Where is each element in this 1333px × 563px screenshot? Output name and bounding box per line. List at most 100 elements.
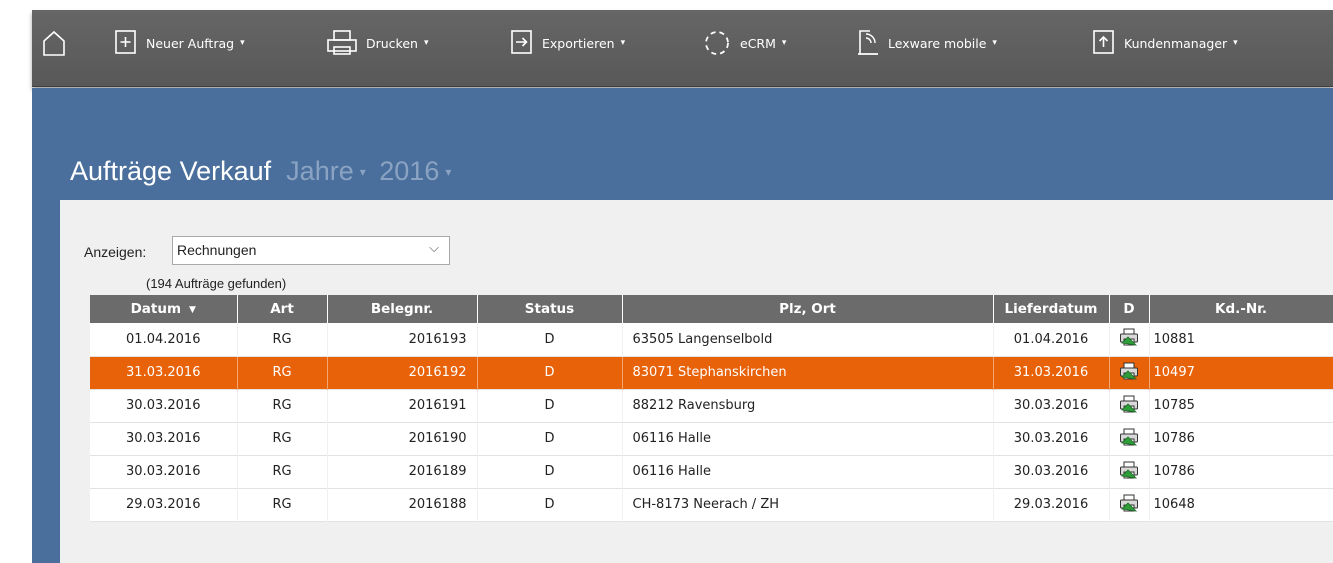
sort-desc-icon: ▼: [189, 305, 196, 315]
cell-datum: 30.03.2016: [90, 455, 238, 488]
cell-art: RG: [237, 455, 328, 488]
year-dropdown[interactable]: 2016 ▾: [379, 156, 457, 186]
printer-icon: [327, 30, 357, 55]
print-status-icon: [1119, 395, 1139, 417]
cell-plz-ort: CH-8173 Neerach / ZH: [622, 488, 994, 521]
cell-belegnr: 2016191: [327, 389, 478, 422]
filter-select[interactable]: Rechnungen ⌵: [172, 236, 450, 265]
table-row[interactable]: 30.03.2016 RG 2016191 D 88212 Ravensburg 30.0…: [90, 389, 1333, 422]
cell-d: [1109, 488, 1150, 521]
cell-lieferdatum: 31.03.2016: [993, 356, 1110, 389]
cell-art: RG: [237, 389, 328, 422]
chevron-down-icon: ▾: [445, 165, 452, 179]
cell-lieferdatum: 30.03.2016: [993, 422, 1110, 455]
new-document-icon: [115, 30, 136, 54]
lexware-mobile-label: Lexware mobile: [888, 35, 987, 51]
table-row[interactable]: 31.03.2016 RG 2016192 D 83071 Stephanskirche…: [90, 356, 1333, 389]
chevron-down-icon: ▾: [423, 38, 429, 48]
page-title: Aufträge Verkauf Jahre ▾ 2016 ▾: [70, 156, 457, 187]
cell-plz-ort: 63505 Langenselbold: [622, 323, 994, 356]
toolbar: Neuer Auftrag ▾ Drucken ▾ Exportieren ▾: [32, 10, 1333, 87]
new-order-label: Neuer Auftrag: [146, 35, 235, 51]
cell-belegnr: 2016190: [327, 422, 478, 455]
column-header-datum[interactable]: Datum ▼: [90, 295, 238, 323]
cell-datum: 30.03.2016: [90, 389, 238, 422]
mobile-icon: [858, 30, 878, 55]
cell-status: D: [477, 455, 623, 488]
cell-art: RG: [237, 488, 328, 521]
cell-art: RG: [237, 323, 328, 356]
cell-art: RG: [237, 356, 328, 389]
column-header-plz-ort[interactable]: Plz, Ort: [622, 295, 994, 323]
chevron-down-icon: ▾: [781, 38, 787, 48]
cell-d: [1109, 323, 1150, 356]
export-button[interactable]: Exportieren ▾: [510, 10, 625, 76]
home-icon: [43, 30, 65, 56]
cell-d: [1109, 389, 1150, 422]
cell-lieferdatum: 29.03.2016: [993, 488, 1110, 521]
cell-belegnr: 2016193: [327, 323, 478, 356]
cell-lieferdatum: 30.03.2016: [993, 389, 1110, 422]
cell-datum: 31.03.2016: [90, 356, 238, 389]
table-header: Datum ▼ Art Belegnr. Status Plz, Ort Lief…: [90, 295, 1333, 323]
chevron-down-icon: ⌵: [429, 240, 439, 255]
result-count: (194 Aufträge gefunden): [146, 276, 287, 291]
export-label: Exportieren: [542, 35, 615, 51]
filter-label: Anzeigen:: [84, 244, 147, 260]
cell-plz-ort: 88212 Ravensburg: [622, 389, 994, 422]
cell-d: [1109, 356, 1150, 389]
chevron-down-icon: ▾: [620, 38, 626, 48]
cell-kdnr: 10497: [1149, 356, 1333, 389]
cell-kdnr: 10786: [1149, 422, 1333, 455]
chevron-down-icon: ▾: [359, 165, 366, 179]
column-header-kdnr[interactable]: Kd.-Nr.: [1149, 295, 1333, 323]
cell-kdnr: 10881: [1149, 323, 1333, 356]
cell-art: RG: [237, 422, 328, 455]
cell-status: D: [477, 389, 623, 422]
table-row[interactable]: 01.04.2016 RG 2016193 D 63505 Langenselbold 0…: [90, 323, 1333, 356]
customer-manager-button[interactable]: Kundenmanager ▾: [1092, 10, 1238, 76]
cell-datum: 30.03.2016: [90, 422, 238, 455]
column-header-art[interactable]: Art: [237, 295, 328, 323]
cell-kdnr: 10648: [1149, 488, 1333, 521]
upload-document-icon: [1093, 30, 1114, 54]
column-header-lieferdatum[interactable]: Lieferdatum: [993, 295, 1110, 323]
cell-plz-ort: 06116 Halle: [622, 455, 994, 488]
cell-lieferdatum: 01.04.2016: [993, 323, 1110, 356]
filter-select-value: Rechnungen: [177, 242, 257, 258]
print-label: Drucken: [366, 35, 418, 51]
orders-panel: Anzeigen: Rechnungen ⌵ (194 Aufträge gef…: [60, 200, 1333, 563]
column-header-d[interactable]: D: [1109, 295, 1150, 323]
cell-plz-ort: 83071 Stephanskirchen: [622, 356, 994, 389]
table-row[interactable]: 30.03.2016 RG 2016189 D 06116 Halle 30.03.201…: [90, 455, 1333, 488]
export-icon: [511, 30, 532, 54]
print-status-icon: [1119, 328, 1139, 350]
lexware-mobile-button[interactable]: Lexware mobile ▾: [856, 10, 997, 76]
print-status-icon: [1119, 461, 1139, 483]
print-button[interactable]: Drucken ▾: [326, 10, 429, 76]
cell-belegnr: 2016188: [327, 488, 478, 521]
table-row[interactable]: 30.03.2016 RG 2016190 D 06116 Halle 30.03.201…: [90, 422, 1333, 455]
ecrm-button[interactable]: eCRM ▾: [702, 10, 786, 76]
print-status-icon: [1119, 428, 1139, 450]
table-row[interactable]: 29.03.2016 RG 2016188 D CH-8173 Neerach / ZH…: [90, 488, 1333, 521]
cell-status: D: [477, 422, 623, 455]
app-window: Neuer Auftrag ▾ Drucken ▾ Exportieren ▾: [0, 0, 1333, 563]
years-dropdown[interactable]: Jahre ▾: [279, 156, 372, 186]
cell-datum: 01.04.2016: [90, 323, 238, 356]
cell-belegnr: 2016192: [327, 356, 478, 389]
chevron-down-icon: ▾: [1233, 38, 1238, 48]
print-status-icon: [1119, 362, 1139, 384]
cell-status: D: [477, 356, 623, 389]
chevron-down-icon: ▾: [992, 38, 997, 48]
column-label: Datum: [130, 301, 182, 317]
cell-kdnr: 10785: [1149, 389, 1333, 422]
home-button[interactable]: [42, 10, 66, 76]
ecrm-label: eCRM: [740, 35, 776, 51]
column-header-status[interactable]: Status: [477, 295, 623, 323]
cell-lieferdatum: 30.03.2016: [993, 455, 1110, 488]
new-order-button[interactable]: Neuer Auftrag ▾: [114, 10, 245, 76]
cell-datum: 29.03.2016: [90, 488, 238, 521]
column-header-belegnr[interactable]: Belegnr.: [327, 295, 478, 323]
cell-belegnr: 2016189: [327, 455, 478, 488]
